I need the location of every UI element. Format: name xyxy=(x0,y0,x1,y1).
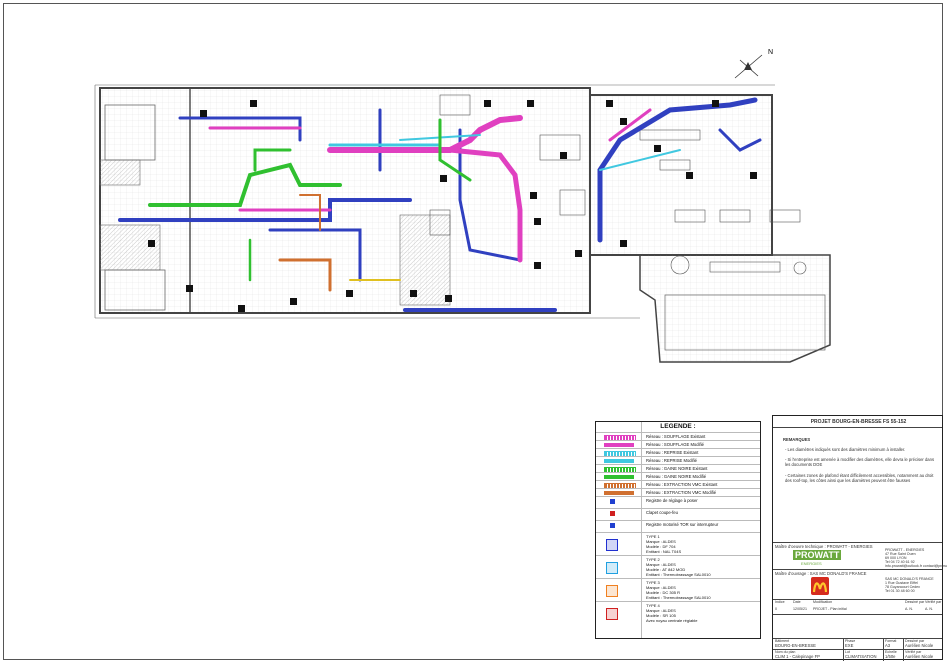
legend-type-row: TYPE 3 Marque : ALDES Modèle : DC 305 R Ent… xyxy=(596,578,760,601)
phase: EXE xyxy=(845,643,854,648)
remark-1: - Les diamètres indiqués sont des diamèt… xyxy=(785,447,906,452)
legend-type-line: Entitant : Thermobrassage SAL0010 xyxy=(646,595,711,600)
mo-label: Maître d'ouvrage : SAS MC DONALD'S FRANC… xyxy=(775,571,867,576)
legend-row: Registre motorisé TOR sur interrupteur xyxy=(596,520,760,528)
project-title: PROJET BOURG-EN-BRESSE FS 55-152 xyxy=(810,419,907,425)
diffuser-type-icon xyxy=(606,608,618,620)
revision-header: Vérifié par xyxy=(925,600,942,604)
north-arrow-icon: N xyxy=(734,49,773,79)
revision-cell: A. N. xyxy=(905,607,913,611)
address-line: Tel 01 30 48 60 00 xyxy=(885,589,915,593)
lot: CLIMATISATION xyxy=(845,654,877,659)
diffuser-type-icon xyxy=(606,539,618,551)
plan-name: CLIM 1 - Calepinage FP xyxy=(775,654,820,659)
legend-row: Réseau : GAINE NOIRE Modifié xyxy=(596,472,760,480)
legend-panel: LEGENDE : Réseau : SOUFFLAGE Existant Rés… xyxy=(595,421,761,639)
legend-type-row: TYPE 1 Marque : ALDES Modèle : DF 704 Entit… xyxy=(596,532,760,555)
site-name: BOURG-EN-BRESSE xyxy=(775,643,816,648)
remarks-heading: REMARQUES xyxy=(783,437,811,442)
remark-2: - Si l'entreprise est amenée à modifier … xyxy=(785,457,935,467)
legend-label: Registre de réglage à poser xyxy=(646,498,698,503)
legend-type-row: TYPE 2 Marque : ALDES Modèle : AT 842 MOD E… xyxy=(596,555,760,578)
diffuser-type-icon xyxy=(606,585,618,597)
revision-cell: 12/05/21 xyxy=(793,607,807,611)
legend-label: Réseau : GAINE NOIRE Existant xyxy=(646,466,708,471)
legend-heading: LEGENDE : xyxy=(660,423,696,430)
legend-type-line: Entitant : Thermobrassage SAL0010 xyxy=(646,572,711,577)
revision-header: Modification xyxy=(813,600,833,604)
legend-row: Registre de réglage à poser xyxy=(596,496,760,504)
scale: 1/50e xyxy=(885,654,896,659)
legend-row: Réseau : REPRISE Modifié xyxy=(596,456,760,464)
legend-row: Réseau : EXTRACTION VMC Existant xyxy=(596,480,760,489)
prowatt-logo: PROWATT ENERGIES xyxy=(793,550,842,566)
revision-cell: 0 xyxy=(775,607,777,611)
legend-swatch xyxy=(604,443,634,447)
legend-type-line: Avec noyau centrale réglable xyxy=(646,618,698,623)
legend-label: Réseau : GAINE NOIRE Modifié xyxy=(646,474,707,479)
remark-3: - Certaines zones de plafond étant diffi… xyxy=(785,473,934,483)
checked-by: Aurélien Nicole xyxy=(905,654,934,659)
legend-swatch xyxy=(610,523,615,528)
legend-label: Réseau : SOUFFLAGE Modifié xyxy=(646,442,704,447)
address-line: info.prowatt@outlook.fr contact@prowatt.… xyxy=(885,564,947,568)
diffuser-type-icon xyxy=(606,562,618,574)
revision-cell: PROJET - Plan initial xyxy=(813,607,847,611)
legend-label: Réseau : SOUFFLAGE Existant xyxy=(646,434,706,439)
legend-swatch xyxy=(610,499,615,504)
legend-row: Réseau : GAINE NOIRE Existant xyxy=(596,464,760,473)
legend-label: Réseau : REPRISE Modifié xyxy=(646,458,697,463)
legend-label: Registre motorisé TOR sur interrupteur xyxy=(646,522,719,527)
legend-swatch xyxy=(604,475,634,479)
moe-label: Maître d'oeuvre technique : PROWATT - EN… xyxy=(775,544,873,549)
legend-label: Clapet coupe-feu xyxy=(646,510,678,515)
title-block: PROJET BOURG-EN-BRESSE FS 55-152 REMARQU… xyxy=(772,415,947,661)
legend-row: Réseau : SOUFFLAGE Existant xyxy=(596,432,760,441)
building-walls xyxy=(94,84,831,363)
revision-header: Dessiné par xyxy=(905,600,925,604)
legend-swatch xyxy=(604,459,634,463)
revision-header: Indice xyxy=(775,600,785,604)
format: A3 xyxy=(885,643,891,648)
legend-row: Réseau : SOUFFLAGE Modifié xyxy=(596,440,760,448)
svg-text:N: N xyxy=(768,49,773,56)
revision-header: Date xyxy=(793,600,801,604)
legend-swatch xyxy=(610,511,615,516)
drawn-by: Aurélien Nicole xyxy=(905,643,934,648)
legend-swatch xyxy=(604,491,634,495)
revision-cell: A. N. xyxy=(925,607,933,611)
mcdonalds-logo xyxy=(811,577,829,595)
legend-label: Réseau : EXTRACTION VMC Modifié xyxy=(646,490,717,495)
legend-label: Réseau : EXTRACTION VMC Existant xyxy=(646,482,718,487)
legend-row: Clapet coupe-feu xyxy=(596,508,760,516)
legend-type-line: Entitant : NAL T04S xyxy=(646,549,682,554)
legend-row: Réseau : REPRISE Existant xyxy=(596,448,760,457)
legend-type-row: TYPE 4 Marque : ALDES Modèle : SR 105 Avec … xyxy=(596,601,760,624)
legend-label: Réseau : REPRISE Existant xyxy=(646,450,699,455)
legend-row: Réseau : EXTRACTION VMC Modifié xyxy=(596,488,760,496)
